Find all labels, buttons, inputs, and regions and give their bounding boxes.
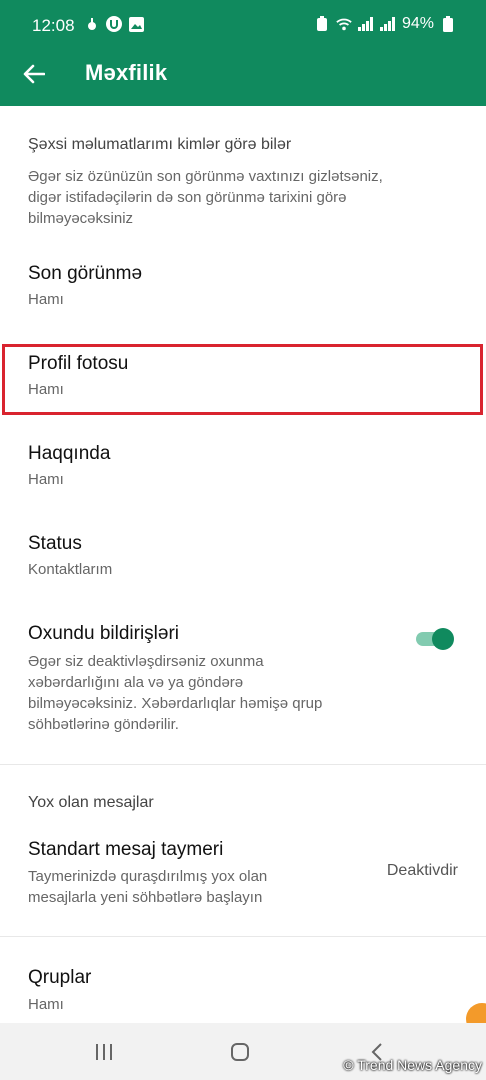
visibility-description-line: Əgər siz özünüzün son görünmə vaxtınızı … xyxy=(28,168,383,185)
highlight-box xyxy=(2,344,483,415)
setting-value: Hamı xyxy=(28,996,64,1013)
description-line: bilməyəcəksiniz. Xəbərdarlıqlar həmişə q… xyxy=(28,695,323,712)
setting-title: Qruplar xyxy=(28,967,92,988)
status-time: 12:08 xyxy=(32,16,75,35)
setting-title: Standart mesaj taymeri xyxy=(28,839,224,860)
setting-status[interactable]: Status Kontaktlarım xyxy=(0,516,486,600)
wifi-icon xyxy=(336,16,352,32)
home-icon xyxy=(231,1043,249,1061)
signal-icon-1 xyxy=(357,16,374,32)
default-timer-description: Taymerinizdə quraşdırılmış yox olan mesa… xyxy=(28,866,267,908)
setting-value: Hamı xyxy=(28,471,64,488)
setting-groups[interactable]: Qruplar Hamı xyxy=(0,950,486,1023)
arrow-left-icon xyxy=(23,64,45,84)
visibility-description-line: digər istifadəçilərin də son görünmə tar… xyxy=(28,189,347,206)
setting-value: Hamı xyxy=(28,291,64,308)
setting-title: Oxundu bildirişləri xyxy=(28,623,180,644)
section-divider xyxy=(0,764,486,765)
setting-about[interactable]: Haqqında Hamı xyxy=(0,426,486,510)
description-line: mesajlarla yeni söhbətlərə başlayın xyxy=(28,889,263,906)
gallery-icon xyxy=(128,16,144,32)
battery-icon xyxy=(440,16,456,32)
section-header-disappearing: Yox olan mesajlar xyxy=(28,794,154,811)
section-divider xyxy=(0,936,486,937)
read-receipts-description: Əgər siz deaktivləşdirsəniz oxunma xəbər… xyxy=(28,651,322,735)
toggle-thumb xyxy=(432,628,454,650)
recents-icon xyxy=(96,1044,112,1060)
watermark: © Trend News Agency xyxy=(343,1057,482,1073)
recents-button[interactable] xyxy=(89,1037,119,1067)
back-button[interactable] xyxy=(18,58,50,90)
wifi-calling-icon xyxy=(84,16,100,32)
setting-title: Status xyxy=(28,533,82,554)
app-bar: 12:08 94% Məxfilik xyxy=(0,0,486,106)
description-line: söhbətlərinə göndərilir. xyxy=(28,716,179,733)
status-bar: 12:08 94% xyxy=(0,0,486,52)
visibility-description-line: bilməyəcəksiniz xyxy=(28,210,134,227)
signal-icon-2 xyxy=(379,16,396,32)
page-title: Məxfilik xyxy=(85,60,168,85)
notification-icons xyxy=(84,16,144,32)
read-receipts-toggle[interactable] xyxy=(416,626,454,652)
setting-value: Kontaktlarım xyxy=(28,561,113,578)
battery-saver-icon xyxy=(314,16,330,32)
setting-title: Son görünmə xyxy=(28,263,143,284)
description-line: Taymerinizdə quraşdırılmış yox olan xyxy=(28,868,268,885)
visibility-description: Əgər siz özünüzün son görünmə vaxtınızı … xyxy=(28,166,383,229)
system-indicators: 94% xyxy=(314,15,456,33)
setting-title: Haqqında xyxy=(28,443,111,464)
setting-last-seen[interactable]: Son görünmə Hamı xyxy=(0,246,486,330)
setting-read-receipts[interactable]: Oxundu bildirişləri Əgər siz deaktivləşd… xyxy=(0,606,486,756)
default-timer-value: Deaktivdir xyxy=(386,862,458,879)
home-button[interactable] xyxy=(225,1037,255,1067)
description-line: Əgər siz deaktivləşdirsəniz oxunma xyxy=(28,653,264,670)
battery-percent: 94% xyxy=(401,15,434,32)
u-badge-icon xyxy=(106,16,122,32)
setting-default-timer[interactable]: Standart mesaj taymeri Taymerinizdə qura… xyxy=(0,822,486,926)
section-header-visibility: Şəxsi məlumatlarımı kimlər görə bilər xyxy=(28,136,292,153)
description-line: xəbərdarlığını ala və ya göndərə xyxy=(28,674,244,691)
